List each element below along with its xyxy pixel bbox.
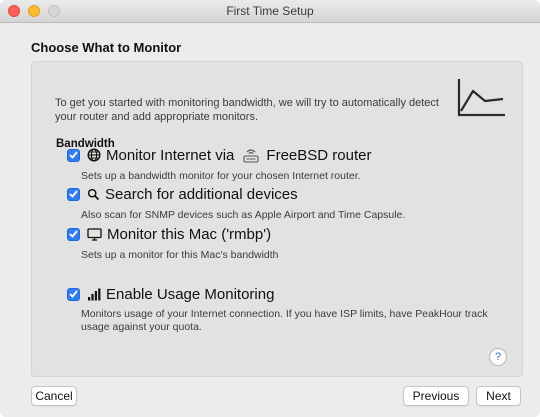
option-monitor-mac[interactable]: Monitor this Mac ('rmbp') bbox=[67, 224, 271, 244]
usage-monitoring-description: Monitors usage of your Internet connecti… bbox=[81, 308, 488, 333]
option-search-devices[interactable]: Search for additional devices bbox=[67, 184, 298, 204]
router-name: FreeBSD router bbox=[266, 146, 372, 164]
option-usage-monitoring[interactable]: Enable Usage Monitoring bbox=[67, 284, 274, 304]
line-chart-icon bbox=[457, 79, 505, 117]
magnifier-icon bbox=[87, 188, 100, 201]
checkmark-icon bbox=[69, 190, 78, 198]
monitor-internet-checkbox[interactable] bbox=[67, 148, 80, 162]
section-description: To get you started with monitoring bandw… bbox=[55, 97, 439, 123]
router-icon bbox=[242, 147, 260, 163]
usage-monitoring-label: Enable Usage Monitoring bbox=[106, 285, 275, 303]
cancel-button[interactable]: Cancel bbox=[31, 386, 77, 406]
setup-window: First Time Setup Choose What to Monitor … bbox=[0, 0, 540, 417]
search-devices-checkbox[interactable] bbox=[67, 187, 80, 201]
monitor-mac-label: Monitor this Mac ('rmbp') bbox=[107, 225, 272, 243]
globe-icon bbox=[87, 148, 101, 162]
usage-monitoring-checkbox[interactable] bbox=[67, 287, 80, 301]
monitor-mac-checkbox[interactable] bbox=[67, 227, 80, 241]
display-icon bbox=[87, 227, 102, 241]
next-button[interactable]: Next bbox=[476, 386, 521, 406]
monitor-mac-description: Sets up a monitor for this Mac's bandwid… bbox=[81, 249, 279, 261]
help-button[interactable]: ? bbox=[489, 348, 507, 366]
bar-chart-icon bbox=[87, 288, 101, 301]
checkmark-icon bbox=[69, 290, 78, 298]
page-heading: Choose What to Monitor bbox=[31, 40, 182, 55]
monitor-internet-description: Sets up a bandwidth monitor for your cho… bbox=[81, 170, 361, 182]
checkmark-icon bbox=[69, 230, 78, 238]
monitor-internet-label: Monitor Internet via bbox=[106, 146, 235, 164]
checkmark-icon bbox=[69, 151, 78, 159]
option-monitor-internet[interactable]: Monitor Internet via FreeBSD router bbox=[67, 145, 371, 165]
search-devices-description: Also scan for SNMP devices such as Apple… bbox=[81, 209, 406, 221]
previous-button[interactable]: Previous bbox=[403, 386, 469, 406]
title-bar[interactable]: First Time Setup bbox=[0, 0, 540, 23]
window-title: First Time Setup bbox=[226, 4, 314, 18]
search-devices-label: Search for additional devices bbox=[105, 185, 298, 203]
